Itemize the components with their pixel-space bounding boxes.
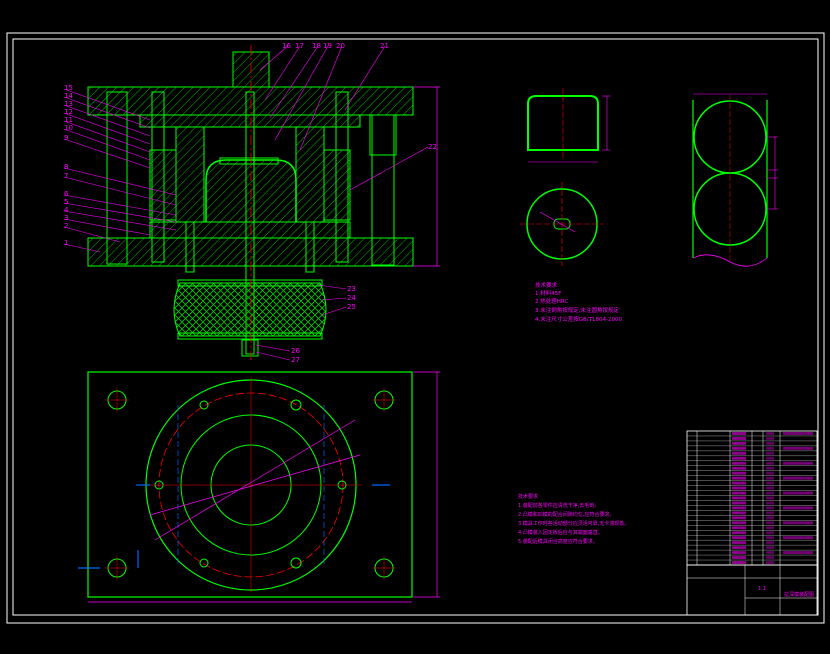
callout-label: 13 bbox=[64, 100, 73, 108]
punch-retainer bbox=[139, 114, 361, 128]
lower-plate bbox=[87, 237, 414, 267]
callout-label: 1 bbox=[64, 239, 68, 247]
callout-label: 15 bbox=[64, 84, 73, 92]
outer-frame bbox=[6, 32, 825, 624]
notes-title: 技术要求 bbox=[535, 281, 558, 289]
upper-plate bbox=[87, 86, 414, 116]
section-view bbox=[87, 45, 440, 360]
punch-base bbox=[149, 221, 351, 239]
callout-label: 26 bbox=[291, 347, 300, 355]
callout-label: 21 bbox=[380, 42, 389, 50]
rubber-buffer bbox=[173, 282, 327, 337]
bom-table bbox=[686, 430, 818, 566]
cad-drawing-canvas: 16 17 18 19 20 21 15 14 13 12 11 10 9 8 … bbox=[6, 32, 825, 624]
title-block: 拉深模装配图 1:1 bbox=[686, 564, 818, 616]
part-detail-top bbox=[520, 182, 604, 266]
callout-label: 6 bbox=[64, 190, 69, 198]
note-line: 1.装配前各零件应清洗干净,去毛刺。 bbox=[518, 502, 599, 509]
note-line: 1.材料45F bbox=[535, 289, 561, 297]
strip-layout bbox=[692, 93, 778, 267]
callout-label: 3 bbox=[64, 214, 68, 222]
callout-label: 14 bbox=[64, 92, 73, 100]
note-line: 2.凸模和凹模的配合间隙均匀,应符合要求。 bbox=[518, 511, 614, 518]
callout-label: 17 bbox=[295, 42, 304, 50]
callout-label: 24 bbox=[347, 294, 356, 302]
drawing-name: 拉深模装配图 bbox=[784, 591, 814, 598]
die-right bbox=[295, 126, 325, 223]
callout-label: 4 bbox=[64, 206, 69, 214]
callout-label: 27 bbox=[291, 356, 300, 364]
note-line: 4.凸模装入固定板后应与其端面垂直。 bbox=[518, 529, 603, 536]
callout-label: 8 bbox=[64, 163, 68, 171]
notes-assembly: 技术要求 1.装配前各零件应清洗干净,去毛刺。 2.凸模和凹模的配合间隙均匀,应… bbox=[518, 493, 629, 545]
plan-view bbox=[78, 371, 440, 603]
callout-label: 7 bbox=[64, 172, 68, 180]
callout-label: 11 bbox=[64, 116, 73, 124]
callout-label: 10 bbox=[64, 124, 73, 132]
note-line: 2.热处理HRC bbox=[535, 297, 568, 305]
part-detail-front bbox=[527, 88, 610, 163]
note-line: 5.装配后模具闭合高度应符合要求。 bbox=[518, 538, 598, 545]
blank-holder-left bbox=[149, 149, 177, 221]
callout-label: 18 bbox=[312, 42, 321, 50]
drawing-scale: 1:1 bbox=[758, 586, 766, 592]
callout-label: 5 bbox=[64, 198, 68, 206]
callout-label: 19 bbox=[323, 42, 332, 50]
notes-title: 技术要求 bbox=[518, 493, 538, 500]
callout-label: 25 bbox=[347, 303, 356, 311]
callout-label: 16 bbox=[282, 42, 291, 50]
note-line: 3.未注倒角按规定,未注圆角按规定 bbox=[535, 306, 619, 314]
callout-label: 20 bbox=[336, 42, 345, 50]
die-left bbox=[175, 126, 205, 223]
callout-label: 2 bbox=[64, 222, 68, 230]
note-line: 3.模具工作时各活动部分应灵活可靠,无卡滞现象。 bbox=[518, 520, 629, 527]
notes-part: 技术要求 1.材料45F 2.热处理HRC 3.未注倒角按规定,未注圆角按规定 … bbox=[535, 281, 622, 323]
callout-label: 12 bbox=[64, 108, 73, 116]
callout-label: 22 bbox=[428, 143, 437, 151]
callout-label: 23 bbox=[347, 285, 356, 293]
callout-label: 9 bbox=[64, 134, 68, 142]
note-line: 4.未注尺寸公差按GB/T1804-2000 bbox=[535, 315, 622, 323]
blank-holder-right bbox=[323, 149, 351, 221]
